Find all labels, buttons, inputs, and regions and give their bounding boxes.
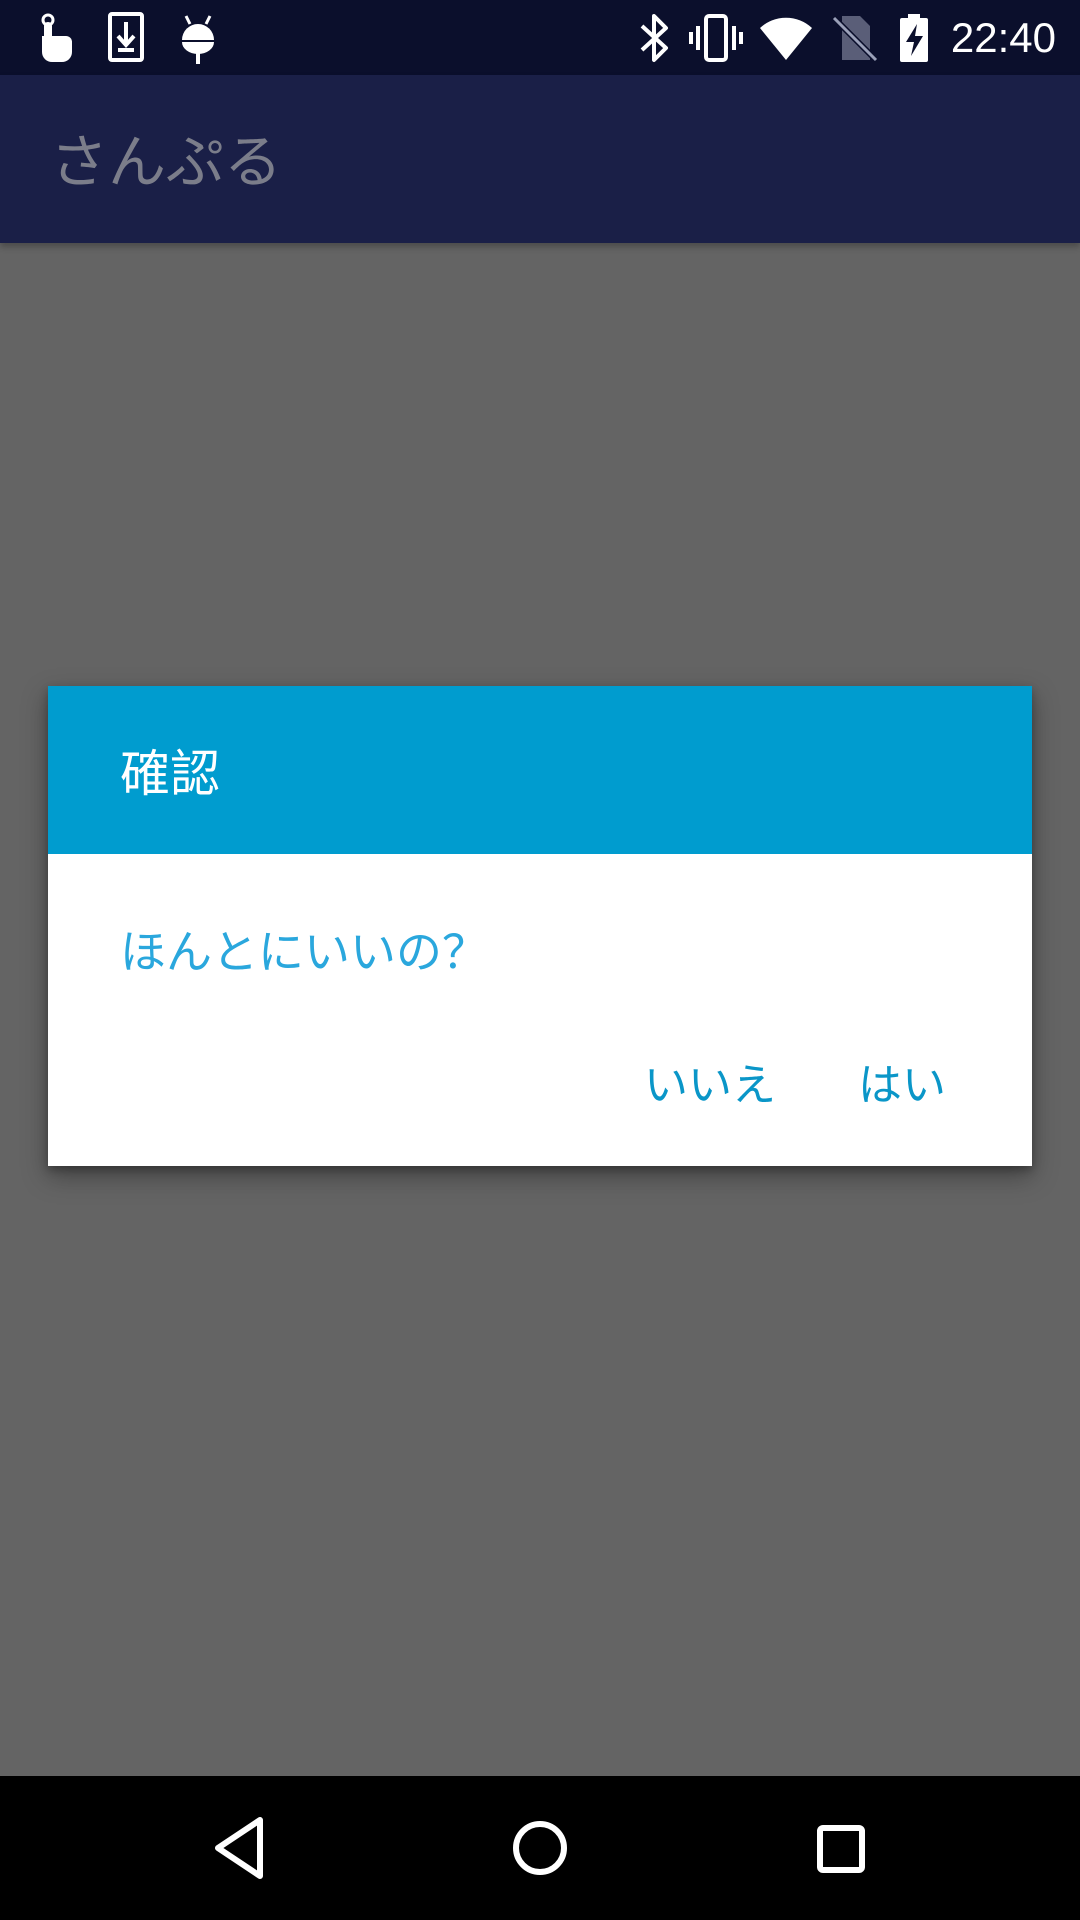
- home-icon: [490, 1798, 590, 1898]
- yes-button[interactable]: はい: [844, 1046, 960, 1126]
- android-debug-icon: [170, 10, 226, 66]
- dialog-header: 確認: [48, 686, 1032, 854]
- status-bar: 22:40: [0, 0, 1080, 75]
- status-time: 22:40: [950, 14, 1056, 61]
- back-button[interactable]: [190, 1798, 290, 1898]
- recents-button[interactable]: [790, 1798, 890, 1898]
- wifi-icon: [758, 10, 814, 66]
- app-bar: さんぷる: [0, 75, 1080, 243]
- no-button[interactable]: いいえ: [630, 1046, 790, 1126]
- vibrate-icon: [688, 10, 744, 66]
- touch-gesture-icon: [26, 10, 82, 66]
- navigation-bar: [0, 1776, 1080, 1920]
- dialog-message: ほんとにいいの？: [120, 925, 488, 979]
- screen: 22:40 さんぷる 確認 ほんとにいいの？ いいえ はい: [0, 0, 1080, 1920]
- app-title: さんぷる: [50, 128, 283, 196]
- battery-charging-icon: [886, 10, 942, 66]
- recents-icon: [790, 1798, 890, 1898]
- download-icon: [98, 10, 154, 66]
- confirm-dialog: 確認 ほんとにいいの？ いいえ はい: [48, 686, 1032, 1166]
- no-sim-icon: [826, 10, 882, 66]
- dialog-title: 確認: [120, 745, 220, 803]
- bluetooth-icon: [626, 10, 682, 66]
- back-icon: [190, 1798, 290, 1898]
- home-button[interactable]: [490, 1798, 590, 1898]
